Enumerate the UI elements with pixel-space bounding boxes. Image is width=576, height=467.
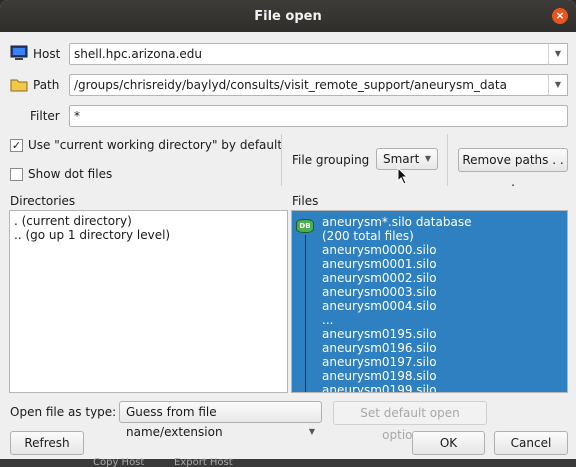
list-item[interactable]: aneurysm0199.silo <box>322 383 437 392</box>
list-item[interactable]: aneurysm0196.silo <box>322 341 437 355</box>
cancel-button[interactable]: Cancel <box>494 431 568 455</box>
list-item[interactable]: aneurysm0198.silo <box>322 369 437 383</box>
host-dropdown-button[interactable]: ▼ <box>548 43 568 65</box>
list-item[interactable]: aneurysm0195.silo <box>322 327 437 341</box>
filter-label: Filter <box>30 109 60 123</box>
tree-line <box>305 235 306 392</box>
window-title: File open <box>254 8 322 24</box>
show-dot-files-checkbox[interactable] <box>10 168 23 181</box>
database-icon: DB <box>296 219 314 233</box>
list-item[interactable]: aneurysm0197.silo <box>322 355 437 369</box>
chevron-down-icon: ▼ <box>424 154 431 163</box>
list-item[interactable]: aneurysm*.silo database <box>322 215 471 229</box>
list-item[interactable]: ... <box>322 313 333 327</box>
files-label: Files <box>292 194 319 208</box>
chevron-down-icon: ▼ <box>554 80 562 89</box>
computer-icon <box>10 45 28 60</box>
filter-field[interactable]: * <box>69 105 568 127</box>
host-label: Host <box>33 47 61 61</box>
set-default-open-options-button[interactable]: Set default open options... <box>333 401 487 442</box>
open-as-type-label: Open file as type: <box>10 405 117 419</box>
list-item[interactable]: aneurysm0003.silo <box>322 285 437 299</box>
list-item[interactable]: . (current directory) <box>14 214 132 228</box>
list-item[interactable]: (200 total files) <box>322 229 414 243</box>
directories-list[interactable]: . (current directory) .. (go up 1 direct… <box>9 210 288 393</box>
directories-label: Directories <box>10 194 76 208</box>
path-field[interactable]: /groups/chrisreidy/baylyd/consults/visit… <box>69 74 549 96</box>
list-item[interactable]: aneurysm0002.silo <box>322 271 437 285</box>
list-item[interactable]: aneurysm0004.silo <box>322 299 437 313</box>
path-label: Path <box>33 78 60 92</box>
export-host-button: Export Host <box>174 457 233 467</box>
use-cwd-checkbox[interactable]: ✓ <box>10 139 23 152</box>
list-item[interactable]: aneurysm0001.silo <box>322 257 437 271</box>
open-as-type-combo[interactable]: Guess from file name/extension ▼ <box>119 401 322 439</box>
remove-paths-button[interactable]: Remove paths . . . <box>458 148 568 189</box>
refresh-button[interactable]: Refresh <box>10 431 84 455</box>
close-icon[interactable]: × <box>552 8 568 24</box>
list-item[interactable]: .. (go up 1 directory level) <box>14 228 170 242</box>
host-field[interactable]: shell.hpc.arizona.edu <box>69 43 549 65</box>
title-bar[interactable]: File open × <box>0 0 576 32</box>
mouse-cursor-icon <box>397 167 409 185</box>
show-dot-files-label: Show dot files <box>28 167 113 181</box>
files-list[interactable]: DB aneurysm*.silo database (200 total fi… <box>291 210 568 393</box>
open-as-type-value: Guess from file name/extension <box>126 405 223 439</box>
chevron-down-icon: ▼ <box>554 49 562 58</box>
list-item[interactable]: aneurysm0000.silo <box>322 243 437 257</box>
chevron-down-icon: ▼ <box>308 427 315 436</box>
path-dropdown-button[interactable]: ▼ <box>548 74 568 96</box>
separator <box>281 134 282 186</box>
use-cwd-label: Use "current working directory" by defau… <box>28 138 283 152</box>
copy-host-button: Copy Host <box>93 457 145 467</box>
separator <box>447 134 448 186</box>
file-grouping-label: File grouping <box>292 153 370 167</box>
folder-icon <box>10 79 28 92</box>
file-open-dialog: File open × Host shell.hpc.arizona.edu ▼… <box>0 0 576 467</box>
file-grouping-value: Smart <box>383 152 420 166</box>
background-window-strip: Copy Host Export Host <box>0 457 576 467</box>
ok-button[interactable]: OK <box>412 431 485 455</box>
